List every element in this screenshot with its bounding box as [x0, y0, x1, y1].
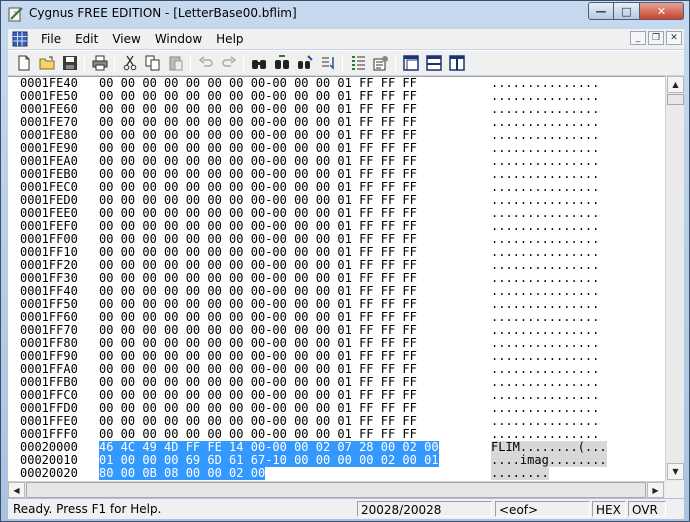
maximize-button[interactable]: □ — [614, 2, 640, 20]
scrollbar-corner — [665, 481, 684, 498]
replace-icon[interactable] — [293, 52, 316, 74]
document-restore-button[interactable]: ❐ — [648, 31, 664, 45]
menu-window[interactable]: Window — [148, 29, 209, 49]
menu-view[interactable]: View — [105, 29, 147, 49]
status-message: Ready. Press F1 for Help. — [13, 502, 162, 516]
row-address: 00020020 — [20, 466, 78, 480]
toolbar-separator — [243, 54, 244, 72]
scroll-left-arrow-icon[interactable]: ◀ — [8, 482, 25, 498]
vertical-scroll-thumb[interactable] — [667, 94, 684, 105]
toolbar-separator — [114, 54, 115, 72]
application-window: Cygnus FREE EDITION - [LetterBase00.bfli… — [0, 0, 690, 522]
scroll-up-arrow-icon[interactable]: ▲ — [667, 76, 684, 93]
scroll-right-arrow-icon[interactable]: ▶ — [647, 482, 664, 498]
close-button[interactable]: ✕ — [640, 2, 684, 20]
toolbar-separator — [190, 54, 191, 72]
copy-icon[interactable] — [141, 52, 164, 74]
toolbar — [8, 50, 684, 75]
cut-icon[interactable] — [118, 52, 141, 74]
toolbar-separator — [342, 54, 343, 72]
status-eof: <eof> — [495, 501, 590, 517]
hex-editor-view[interactable]: 0001FE40 00 00 00 00 00 00 00 00-00 00 00… — [8, 76, 665, 481]
horizontal-scrollbar[interactable]: ◀ ▶ — [8, 481, 665, 498]
document-grid-icon[interactable] — [12, 31, 28, 47]
find-next-icon[interactable] — [270, 52, 293, 74]
toolbar-separator — [84, 54, 85, 72]
cygnus-app-icon[interactable] — [8, 6, 24, 22]
menu-edit[interactable]: Edit — [68, 29, 105, 49]
goto-icon[interactable] — [316, 52, 339, 74]
status-mode-hex: HEX — [592, 501, 626, 517]
tile-horizontal-icon[interactable] — [399, 52, 422, 74]
mdi-controls: _ ❐ ✕ — [630, 31, 682, 45]
status-position: 20028/20028 — [357, 501, 492, 517]
document-minimize-button[interactable]: _ — [630, 31, 646, 45]
tile-split-icon[interactable] — [422, 52, 445, 74]
print-icon[interactable] — [88, 52, 111, 74]
row-hex-bytes[interactable]: 80 00 0B 08 00 00 02 00 — [99, 467, 266, 480]
window-title: Cygnus FREE EDITION - [LetterBase00.bfli… — [29, 6, 297, 20]
paste-icon[interactable] — [164, 52, 187, 74]
vertical-scrollbar[interactable]: ▲ ▼ — [665, 76, 684, 481]
scroll-down-arrow-icon[interactable]: ▼ — [667, 463, 684, 480]
title-bar: Cygnus FREE EDITION - [LetterBase00.bfli… — [1, 1, 689, 27]
document-close-button[interactable]: ✕ — [666, 31, 682, 45]
menu-bar: File Edit View Window Help _ ❐ ✕ — [8, 29, 684, 49]
toolbar-separator — [395, 54, 396, 72]
options-icon[interactable] — [369, 52, 392, 74]
new-file-icon[interactable] — [12, 52, 35, 74]
find-icon[interactable] — [247, 52, 270, 74]
properties-icon[interactable] — [346, 52, 369, 74]
horizontal-scroll-thumb[interactable] — [26, 482, 646, 498]
menu-file[interactable]: File — [34, 29, 68, 49]
save-icon[interactable] — [58, 52, 81, 74]
open-folder-icon[interactable] — [35, 52, 58, 74]
undo-icon[interactable] — [194, 52, 217, 74]
tile-vertical-icon[interactable] — [445, 52, 468, 74]
menu-help[interactable]: Help — [209, 29, 250, 49]
status-bar: Ready. Press F1 for Help. 20028/20028 <e… — [8, 499, 684, 519]
status-mode-ovr: OVR — [628, 501, 666, 517]
row-ascii[interactable]: ........ — [491, 467, 549, 480]
minimize-button[interactable]: — — [588, 2, 614, 20]
caption-buttons: — □ ✕ — [588, 2, 684, 20]
redo-icon[interactable] — [217, 52, 240, 74]
